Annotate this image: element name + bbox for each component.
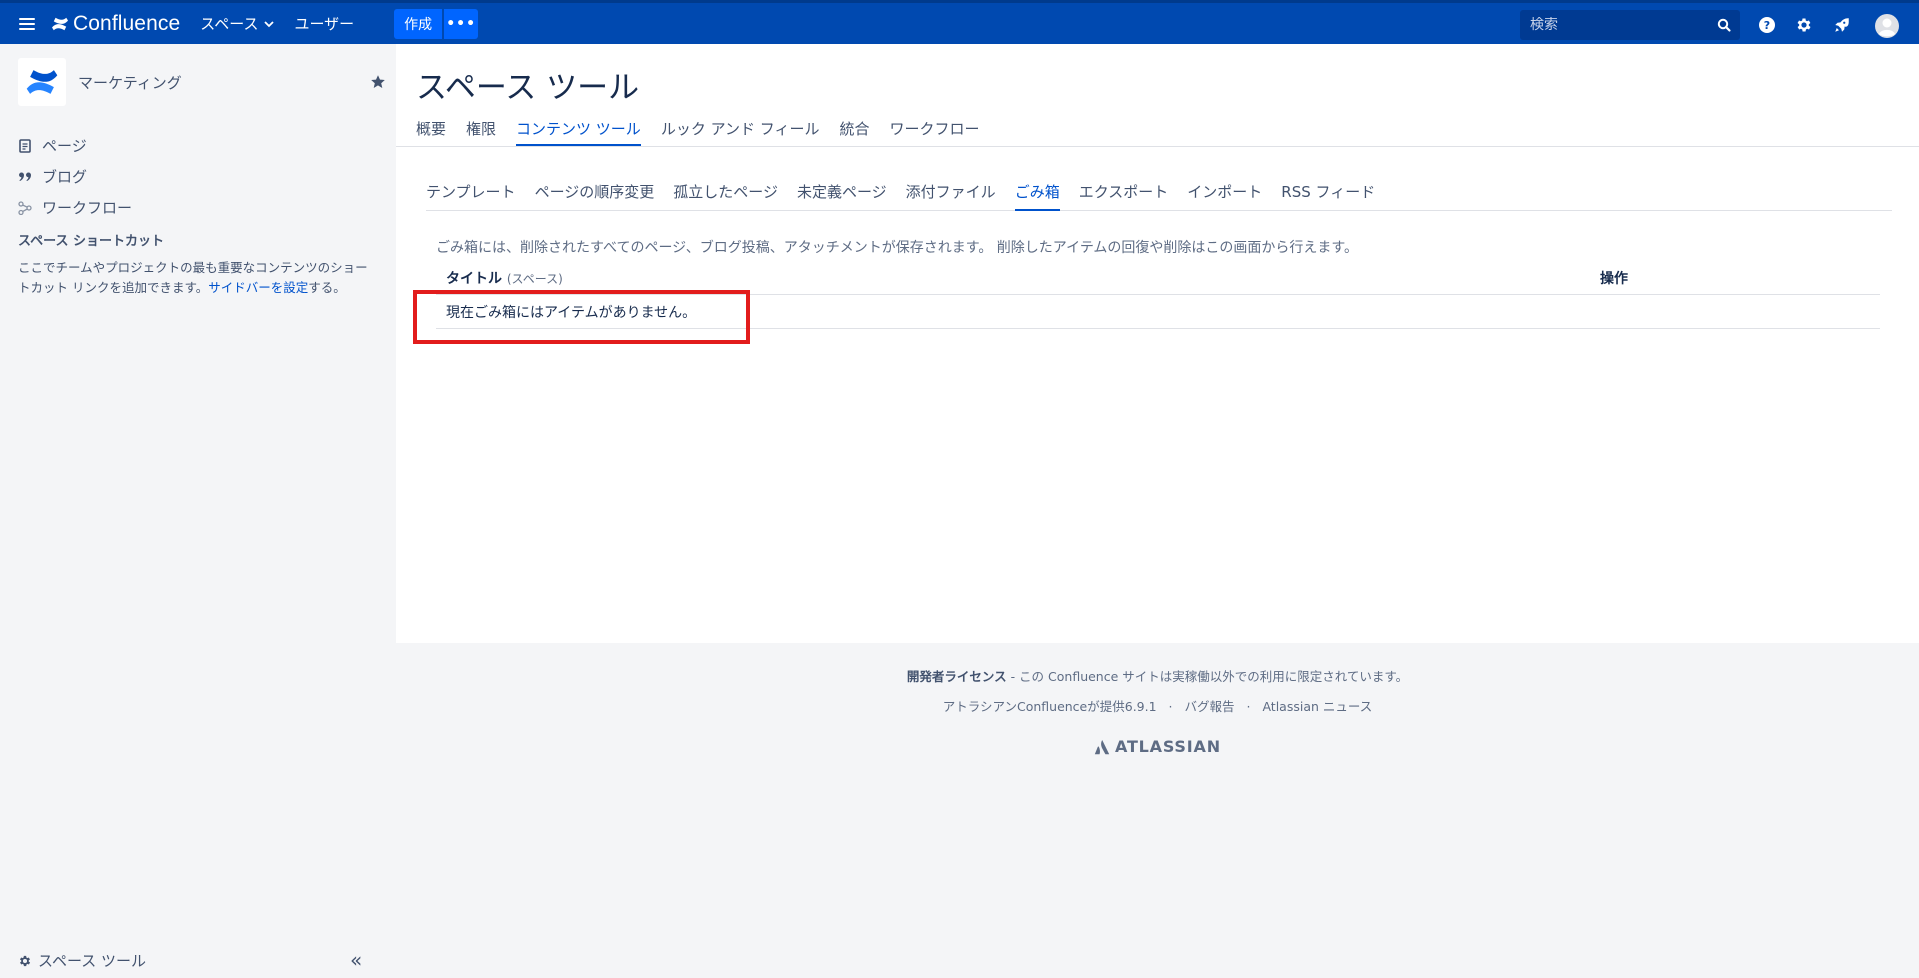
subtab-reorder-pages[interactable]: ページの順序変更 (535, 181, 655, 211)
confluence-logo-icon (52, 17, 68, 30)
subtab-templates[interactable]: テンプレート (426, 181, 516, 211)
space-header[interactable]: マーケティング (18, 58, 388, 106)
confluence-logo[interactable]: Confluence (51, 12, 180, 36)
shortcut-desc-suffix: する。 (308, 280, 346, 295)
space-logo-icon (26, 70, 58, 94)
help-button[interactable]: ? (1757, 15, 1777, 35)
tab-integrations[interactable]: 統合 (839, 118, 869, 146)
space-tools-tabs: 概要 権限 コンテンツ ツール ルック アンド フィール 統合 ワークフロー (416, 118, 999, 146)
space-shortcuts-heading: スペース ショートカット (18, 234, 164, 249)
top-navigation-bar: Confluence スペース ユーザー 作成 ••• ? (0, 0, 1919, 44)
notifications-button[interactable] (1832, 15, 1852, 35)
page-title: スペース ツール (416, 70, 640, 106)
footer-separator: · (1246, 699, 1251, 714)
subtab-export[interactable]: エクスポート (1079, 181, 1169, 211)
column-title: タイトル (スペース) (446, 268, 563, 288)
space-tools-menu[interactable]: スペース ツール (18, 950, 146, 971)
search-input[interactable] (1520, 17, 1706, 33)
app-name: Confluence (73, 11, 181, 35)
tab-look-and-feel[interactable]: ルック アンド フィール (661, 118, 820, 146)
bug-report-link[interactable]: バグ報告 (1185, 699, 1235, 714)
search-icon[interactable] (1716, 17, 1732, 33)
sidebar-nav: ページ ブログ ワークフロー (18, 130, 132, 223)
atlassian-brand-text: ATLASSIAN (1115, 737, 1221, 756)
powered-by-text: アトラシアンConfluenceが提供6.9.1 (942, 699, 1157, 714)
sidebar: マーケティング ページ ブログ ワークフロー スペース ショートカット ここでチ… (0, 44, 396, 978)
sidebar-item-workflow[interactable]: ワークフロー (18, 192, 132, 223)
footer-separator: · (1168, 699, 1173, 714)
settings-button[interactable] (1794, 15, 1814, 35)
tab-content-tools[interactable]: コンテンツ ツール (516, 118, 641, 146)
content-tools-subtabs: テンプレート ページの順序変更 孤立したページ 未定義ページ 添付ファイル ごみ… (426, 181, 1892, 211)
highlight-annotation-box (413, 290, 750, 344)
tabs-divider (396, 146, 1919, 147)
sidebar-item-label: ワークフロー (42, 199, 133, 217)
tab-permissions[interactable]: 権限 (466, 118, 496, 146)
chevron-down-icon (264, 20, 275, 27)
rocket-icon (1835, 18, 1849, 32)
tab-overview[interactable]: 概要 (416, 118, 446, 146)
subtab-trash[interactable]: ごみ箱 (1014, 181, 1060, 211)
atlassian-news-link[interactable]: Atlassian ニュース (1262, 699, 1372, 714)
footer-links: アトラシアンConfluenceが提供6.9.1 · バグ報告 · Atlass… (396, 696, 1919, 715)
space-avatar[interactable] (18, 58, 66, 106)
license-notice: 開発者ライセンス - この Confluence サイトは実稼働以外での利用に限… (396, 666, 1919, 685)
page-icon (18, 138, 32, 153)
workflow-icon (18, 200, 32, 215)
search-box (1520, 10, 1740, 40)
create-button[interactable]: 作成 (394, 8, 443, 39)
user-avatar-icon (1875, 14, 1899, 38)
tab-workflow[interactable]: ワークフロー (889, 118, 979, 146)
license-text: - この Confluence サイトは実稼働以外での利用に限定されています。 (1006, 669, 1409, 684)
atlassian-logo-icon (1094, 739, 1110, 754)
trash-description: ごみ箱には、削除されたすべてのページ、ブログ投稿、アタッチメントが保存されます。… (436, 240, 1359, 256)
license-type: 開発者ライセンス (906, 669, 1007, 684)
subtab-undefined-pages[interactable]: 未定義ページ (797, 181, 887, 211)
help-icon: ? (1759, 17, 1775, 33)
main-content: スペース ツール 概要 権限 コンテンツ ツール ルック アンド フィール 統合… (396, 44, 1919, 643)
nav-users-label: ユーザー (294, 15, 355, 33)
collapse-sidebar-icon[interactable]: « (350, 948, 362, 972)
configure-sidebar-link[interactable]: サイドバーを設定 (208, 280, 308, 295)
more-create-button[interactable]: ••• (444, 8, 479, 39)
subtab-import[interactable]: インポート (1187, 181, 1262, 211)
space-name[interactable]: マーケティング (78, 72, 182, 93)
nav-users[interactable]: ユーザー (294, 13, 354, 34)
star-icon[interactable] (370, 74, 386, 90)
atlassian-logo[interactable]: ATLASSIAN (1094, 737, 1221, 756)
subtab-rss-feeds[interactable]: RSS フィード (1281, 181, 1375, 211)
user-avatar[interactable] (1874, 13, 1900, 39)
subtab-orphaned-pages[interactable]: 孤立したページ (673, 181, 778, 211)
sidebar-item-label: ブログ (42, 168, 88, 186)
space-shortcuts-description: ここでチームやプロジェクトの最も重要なコンテンツのショートカット リンクを追加で… (18, 258, 376, 298)
hamburger-menu-icon[interactable] (19, 17, 35, 30)
subtab-attachments[interactable]: 添付ファイル (906, 181, 996, 211)
gear-icon (1797, 18, 1811, 32)
column-title-sublabel: (スペース) (506, 272, 563, 286)
sidebar-item-label: ページ (42, 137, 87, 155)
sidebar-item-blog[interactable]: ブログ (18, 161, 132, 192)
column-operations: 操作 (1600, 271, 1628, 287)
nav-spaces[interactable]: スペース (200, 13, 275, 34)
sidebar-item-pages[interactable]: ページ (18, 130, 132, 161)
gear-icon (19, 955, 31, 966)
quote-icon (18, 171, 32, 183)
nav-spaces-label: スペース (200, 15, 259, 33)
space-tools-label: スペース ツール (38, 952, 146, 970)
column-title-label: タイトル (446, 271, 502, 287)
